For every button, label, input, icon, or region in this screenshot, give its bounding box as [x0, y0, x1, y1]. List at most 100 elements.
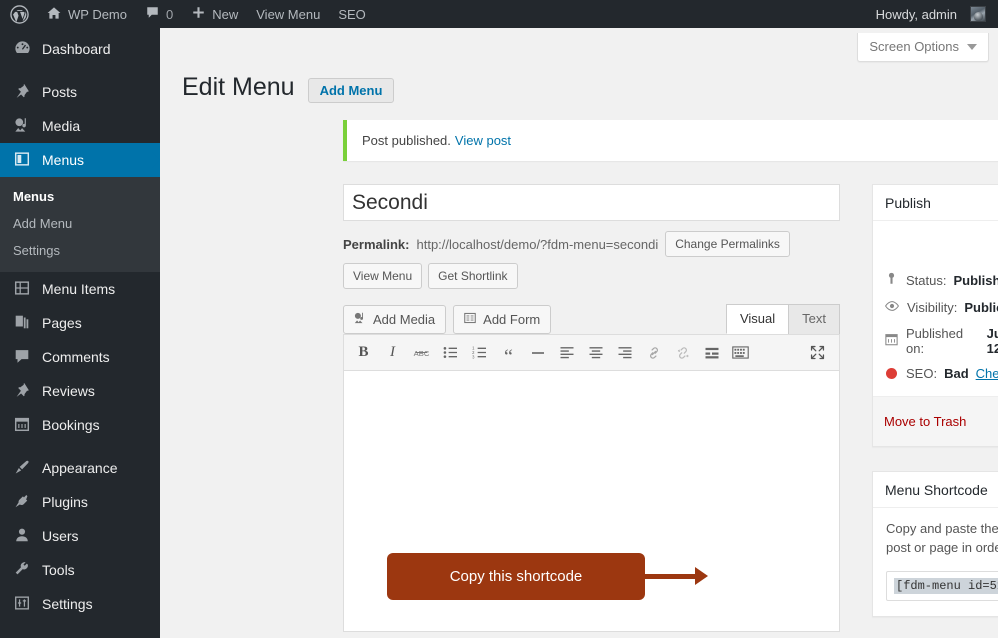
seo-menu[interactable]: SEO: [329, 0, 374, 28]
shortcode-panel-header: Menu Shortcode: [873, 472, 998, 508]
sidebar-subitem-label: Add Menu: [13, 216, 73, 231]
editor-toolbar: B I ABC 123 “: [344, 335, 839, 371]
new-label: New: [212, 6, 239, 22]
published-on-row: Published on: Jun 27, 2014 @ 12:36 Edit: [884, 321, 998, 361]
align-right-icon[interactable]: [611, 339, 638, 366]
screen-options-label: Screen Options: [869, 39, 959, 54]
account-menu[interactable]: Howdy, admin: [867, 0, 998, 28]
bold-icon[interactable]: B: [350, 339, 377, 366]
sidebar-item-label: Appearance: [42, 460, 118, 476]
seo-label: SEO: [338, 6, 366, 22]
view-post-link[interactable]: View post: [455, 133, 511, 148]
arrow-right-icon: [695, 567, 708, 585]
view-menu-link[interactable]: View Menu: [247, 0, 329, 28]
add-menu-button[interactable]: Add Menu: [307, 78, 395, 103]
sidebar-item-plugins[interactable]: Plugins: [0, 485, 160, 519]
sidebar-item-pages[interactable]: Pages: [0, 306, 160, 340]
sidebar-item-menu-items[interactable]: Menu Items: [0, 272, 160, 306]
sidebar-item-posts[interactable]: Posts: [0, 75, 160, 109]
notice-text: Post published.: [362, 133, 451, 148]
sidebar-item-label: Comments: [42, 349, 110, 365]
wordpress-logo-icon: [10, 4, 29, 24]
sidebar-item-menus[interactable]: Menus: [0, 143, 160, 177]
sidebar-subitem-menus[interactable]: Menus: [0, 183, 160, 210]
add-media-button[interactable]: Add Media: [343, 305, 447, 334]
seo-label: SEO:: [906, 366, 938, 381]
publish-status-rows: Status: Published Edit Visibility: Publi…: [873, 258, 998, 396]
status-row: Status: Published Edit: [884, 266, 998, 294]
tab-visual[interactable]: Visual: [725, 304, 790, 334]
link-icon[interactable]: [640, 339, 667, 366]
sidebar-item-label: Pages: [42, 315, 82, 331]
site-name-menu[interactable]: WP Demo: [37, 0, 136, 28]
sidebar-item-comments[interactable]: Comments: [0, 340, 160, 374]
screen-options-toggle[interactable]: Screen Options: [857, 33, 989, 62]
sidebar-item-label: Reviews: [42, 383, 95, 399]
get-shortlink-button[interactable]: Get Shortlink: [428, 263, 518, 289]
permalink-url[interactable]: http://localhost/demo/?fdm-menu=secondi: [416, 237, 658, 252]
comments-menu[interactable]: 0: [136, 0, 182, 28]
sidebar-item-tools[interactable]: Tools: [0, 553, 160, 587]
sidebar-item-label: Tools: [42, 562, 75, 578]
view-menu-label: View Menu: [256, 6, 321, 22]
numbered-list-icon[interactable]: 123: [466, 339, 493, 366]
shortcode-description: Copy and paste the snippet below into an…: [886, 521, 998, 555]
comment-bubble-icon: [13, 347, 33, 367]
status-value: Published: [953, 272, 998, 288]
new-content-menu[interactable]: New: [182, 0, 247, 28]
italic-icon[interactable]: I: [379, 339, 406, 366]
sidebar-subitem-settings[interactable]: Settings: [0, 237, 160, 264]
admin-bar: WP Demo 0 New View Menu SEO Howdy, admin: [0, 0, 998, 28]
callout-text: Copy this shortcode: [449, 568, 583, 585]
chevron-down-icon: [967, 43, 977, 50]
add-form-button[interactable]: Add Form: [453, 305, 552, 334]
blockquote-icon[interactable]: “: [495, 339, 522, 367]
sidebar-item-reviews[interactable]: Reviews: [0, 374, 160, 408]
sidebar-subitem-add-menu[interactable]: Add Menu: [0, 210, 160, 237]
shortcode-input[interactable]: [fdm-menu id=51]: [886, 570, 998, 601]
view-menu-button[interactable]: View Menu: [343, 263, 423, 289]
seo-check-link[interactable]: Check: [976, 366, 998, 381]
align-center-icon[interactable]: [582, 339, 609, 366]
comments-count: 0: [166, 6, 174, 22]
menu-title-input[interactable]: Secondi: [343, 184, 840, 221]
media-buttons-row: Add Media Add Form Visual Text: [343, 303, 840, 334]
sidebar-item-bookings[interactable]: Bookings: [0, 408, 160, 442]
wrench-icon: [13, 560, 33, 580]
seo-row: SEO: Bad Check: [884, 361, 998, 386]
sidebar-item-label: Settings: [42, 596, 93, 612]
sidebar-item-appearance[interactable]: Appearance: [0, 451, 160, 485]
fullscreen-icon[interactable]: [804, 339, 831, 366]
shortcode-value: [fdm-menu id=51]: [894, 577, 998, 594]
plug-icon: [13, 492, 33, 512]
status-label: Status:: [906, 272, 947, 288]
pin-marker-icon: [884, 271, 899, 289]
insert-more-tag-icon[interactable]: [698, 339, 725, 366]
wordpress-logo-menu[interactable]: [0, 0, 37, 28]
site-name-label: WP Demo: [68, 6, 127, 22]
bulleted-list-icon[interactable]: [437, 339, 464, 366]
sidebar-item-users[interactable]: Users: [0, 519, 160, 553]
sidebar-item-media[interactable]: Media: [0, 109, 160, 143]
svg-text:ABC: ABC: [414, 349, 430, 358]
horizontal-rule-icon[interactable]: [524, 339, 551, 366]
permalink-label: Permalink:: [343, 236, 410, 252]
status-notice: Post published. View post: [343, 120, 998, 161]
pin-icon: [13, 381, 33, 401]
sidebar-divider: [0, 66, 160, 75]
callout-arrow-line: [645, 574, 697, 579]
strikethrough-icon[interactable]: ABC: [408, 339, 435, 366]
visibility-value: Public: [964, 300, 998, 315]
move-to-trash-link[interactable]: Move to Trash: [884, 414, 966, 429]
sidebar-item-dashboard[interactable]: Dashboard: [0, 32, 160, 66]
add-media-label: Add Media: [373, 312, 436, 327]
change-permalinks-button[interactable]: Change Permalinks: [665, 231, 790, 257]
content-area: Screen Options Edit Menu Add Menu Post p…: [160, 28, 998, 638]
align-left-icon[interactable]: [553, 339, 580, 366]
sidebar-item-settings[interactable]: Settings: [0, 587, 160, 621]
unlink-icon[interactable]: [669, 339, 696, 366]
tab-text[interactable]: Text: [788, 304, 840, 334]
publish-preview-row: Preview Changes: [873, 221, 998, 235]
kitchen-sink-icon[interactable]: [727, 339, 754, 366]
sidebar-divider: [0, 442, 160, 451]
